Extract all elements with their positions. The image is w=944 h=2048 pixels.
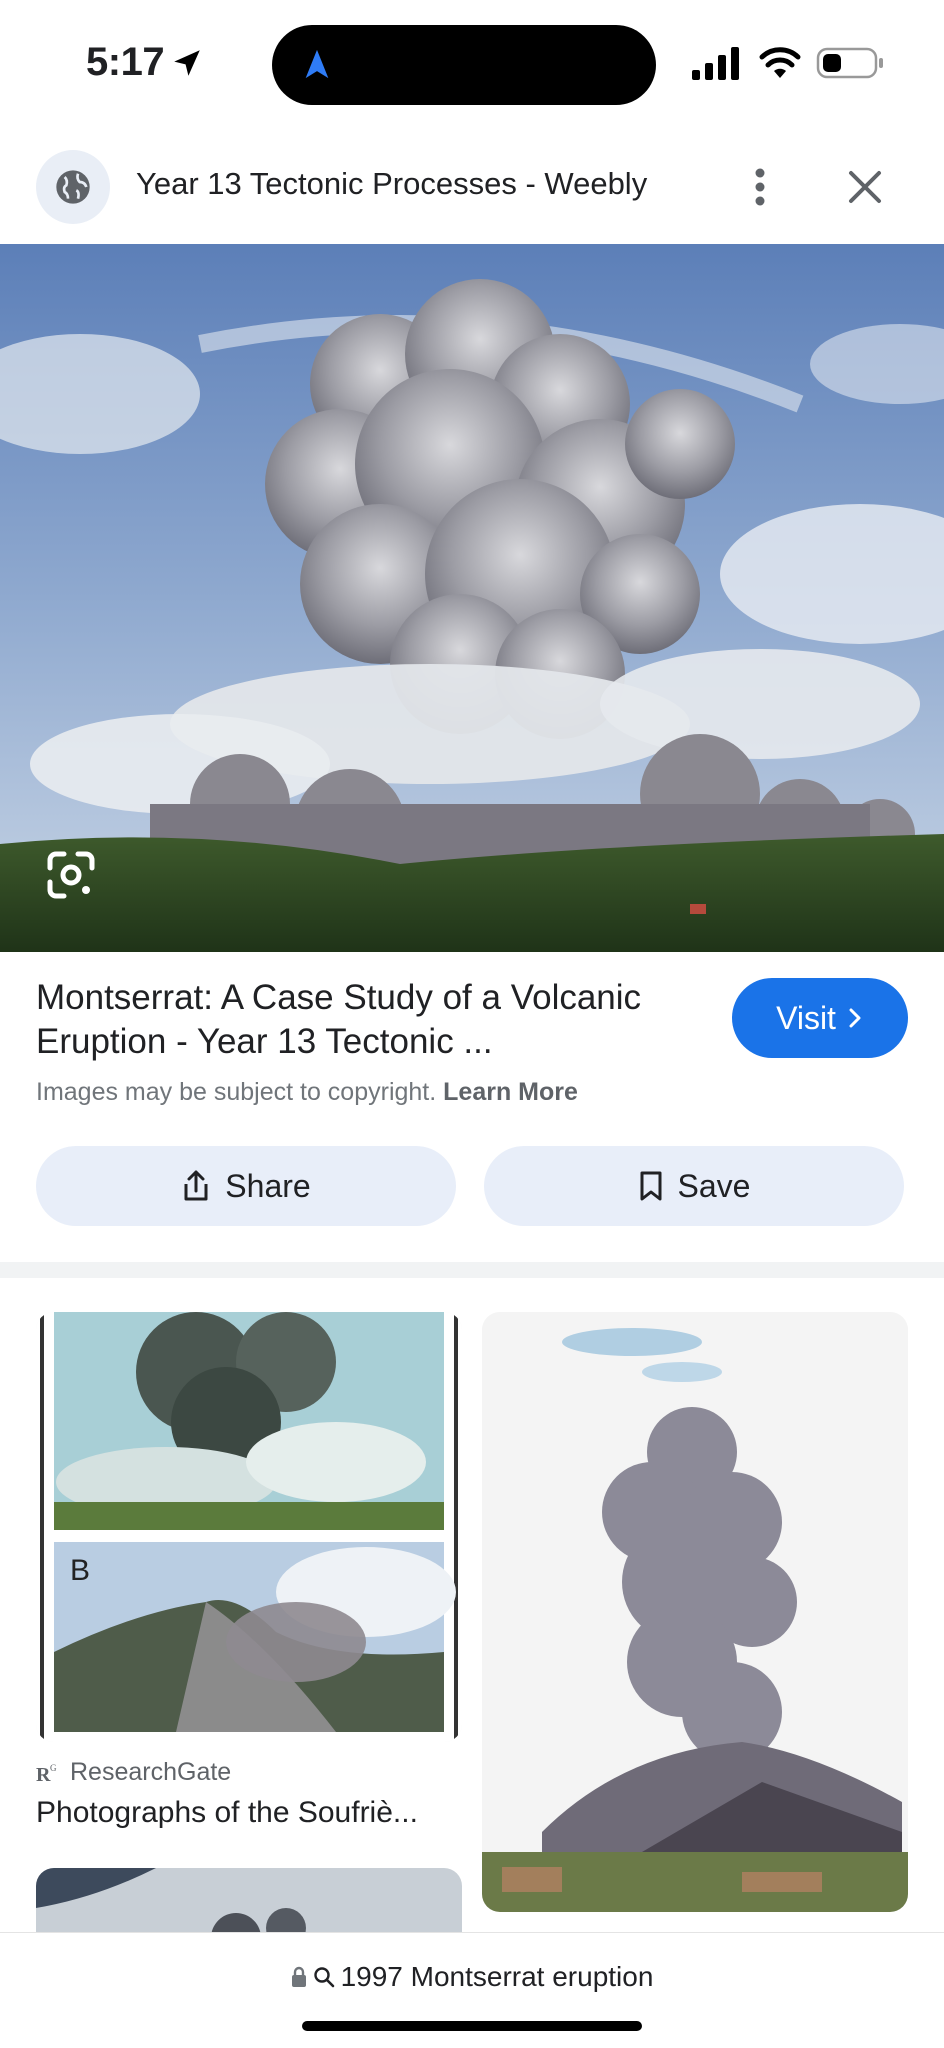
- close-icon: [849, 171, 881, 203]
- researchgate-icon: R G: [36, 1763, 57, 1785]
- bookmark-icon: [640, 1171, 662, 1201]
- montserrat-photographs-thumbnail: B: [36, 1312, 462, 1742]
- more-options-button[interactable]: [740, 162, 780, 212]
- visit-label: Visit: [776, 999, 836, 1036]
- search-query-text: 1997 Montserrat eruption: [340, 1961, 654, 1992]
- section-divider: [0, 1262, 944, 1278]
- related-caption[interactable]: Photographs of the Soufriè...: [36, 1796, 418, 1830]
- globe-icon: [56, 170, 90, 204]
- cellular-signal-icon: [692, 47, 739, 80]
- more-vert-icon: [755, 168, 765, 206]
- svg-text:G: G: [50, 1763, 57, 1773]
- share-label: Share: [225, 1167, 311, 1204]
- location-arrow-icon: [174, 50, 200, 76]
- wifi-icon: [759, 47, 801, 78]
- panel-letter: B: [70, 1554, 90, 1587]
- share-icon: [184, 1170, 208, 1201]
- site-favicon-button[interactable]: [36, 150, 110, 224]
- search-icon: [313, 1967, 334, 1988]
- related-image-1[interactable]: B: [36, 1312, 462, 1742]
- site-title[interactable]: Year 13 Tectonic Processes - Weebly: [136, 166, 647, 202]
- home-indicator[interactable]: [302, 2021, 642, 2031]
- lens-icon: [47, 851, 95, 899]
- lock-icon: [291, 1966, 306, 1987]
- copyright-notice: Images may be subject to copyright. Lear…: [36, 1078, 578, 1107]
- chevron-right-icon: [849, 1008, 861, 1028]
- source-row: R G ResearchGate: [36, 1758, 231, 1787]
- viewer-header: Year 13 Tectonic Processes - Weebly: [0, 140, 944, 244]
- volcano-eruption-photo: [0, 244, 944, 952]
- main-result-image[interactable]: [0, 244, 944, 952]
- related-image-2[interactable]: [482, 1312, 908, 1912]
- visual-search-button[interactable]: [42, 846, 100, 904]
- source-name: ResearchGate: [70, 1758, 232, 1786]
- eruption-column-thumbnail: [482, 1312, 908, 1912]
- save-label: Save: [677, 1167, 751, 1204]
- battery-icon: [816, 47, 883, 79]
- search-query-chip[interactable]: 1997 Montserrat eruption: [0, 1961, 944, 1993]
- svg-text:R: R: [36, 1764, 51, 1785]
- dynamic-island: [272, 25, 656, 105]
- status-time: 5:17: [86, 40, 165, 84]
- visit-button[interactable]: Visit: [732, 978, 908, 1058]
- navigation-app-icon: [305, 49, 329, 79]
- learn-more-link[interactable]: Learn More: [443, 1078, 578, 1106]
- share-button[interactable]: Share: [36, 1146, 456, 1226]
- save-button[interactable]: Save: [484, 1146, 904, 1226]
- status-bar: 5:17: [0, 0, 944, 130]
- close-button[interactable]: [840, 162, 890, 212]
- copyright-text: Images may be subject to copyright.: [36, 1078, 437, 1106]
- result-title[interactable]: Montserrat: A Case Study of a Volcanic E…: [36, 976, 716, 1064]
- bottom-search-bar: 1997 Montserrat eruption: [0, 1932, 944, 2048]
